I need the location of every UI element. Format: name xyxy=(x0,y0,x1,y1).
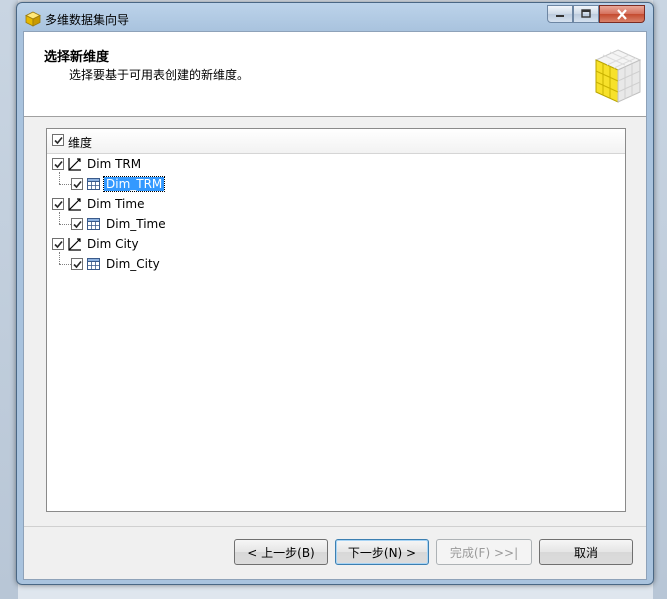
minimize-icon xyxy=(556,15,564,17)
table-icon xyxy=(87,218,100,230)
finish-button[interactable]: 完成(F) >>| xyxy=(436,539,532,565)
list-item[interactable]: Dim City xyxy=(52,234,139,254)
dimension-list: 维度 Dim TRM Dim_TRM Dim Time Dim_Time Dim… xyxy=(46,128,626,512)
dimension-icon xyxy=(68,198,81,211)
dimension-label: Dim TRM xyxy=(87,157,142,171)
check-icon xyxy=(53,160,63,168)
wizard-window: 多维数据集向导 选择新维度 选择要基于可用表创建的新维度。 维度 Dim TRM… xyxy=(16,2,654,585)
dimension-checkbox[interactable] xyxy=(52,238,64,250)
page-title: 选择新维度 xyxy=(44,50,110,65)
page-subtitle: 选择要基于可用表创建的新维度。 xyxy=(69,68,250,82)
check-icon xyxy=(53,240,63,248)
cube-icon xyxy=(25,11,41,27)
check-icon xyxy=(53,136,63,144)
footer-divider xyxy=(24,526,646,527)
dialog-client: 选择新维度 选择要基于可用表创建的新维度。 维度 Dim TRM Dim_TRM… xyxy=(23,31,647,580)
list-item[interactable]: Dim_Time xyxy=(71,214,166,234)
list-header: 维度 xyxy=(47,129,625,154)
list-item[interactable]: Dim_TRM xyxy=(71,174,166,194)
maximize-icon xyxy=(581,9,591,18)
check-icon xyxy=(72,220,82,228)
wizard-header: 选择新维度 选择要基于可用表创建的新维度。 xyxy=(24,32,646,117)
cancel-button[interactable]: 取消 xyxy=(539,539,633,565)
dimension-label: Dim Time xyxy=(87,197,145,211)
window-title: 多维数据集向导 xyxy=(45,13,130,27)
close-button[interactable] xyxy=(599,5,645,23)
maximize-button[interactable] xyxy=(573,5,599,23)
dimension-label: Dim City xyxy=(87,237,139,251)
select-all-checkbox[interactable] xyxy=(52,134,64,146)
table-label: Dim_TRM xyxy=(102,176,166,192)
check-icon xyxy=(72,180,82,188)
minimize-button[interactable] xyxy=(547,5,573,23)
dimension-icon xyxy=(68,158,81,171)
table-checkbox[interactable] xyxy=(71,218,83,230)
check-icon xyxy=(72,260,82,268)
list-item[interactable]: Dim TRM xyxy=(52,154,141,174)
table-checkbox[interactable] xyxy=(71,178,83,190)
table-icon xyxy=(87,258,100,270)
background-app-right xyxy=(653,0,667,599)
next-button[interactable]: 下一步(N) > xyxy=(335,539,429,565)
table-label: Dim_City xyxy=(106,257,160,271)
table-label: Dim_Time xyxy=(106,217,166,231)
table-icon xyxy=(87,178,100,190)
dimension-checkbox[interactable] xyxy=(52,158,64,170)
close-icon xyxy=(617,8,627,20)
dimension-tree: Dim TRM Dim_TRM Dim Time Dim_Time Dim Ci… xyxy=(47,154,625,504)
check-icon xyxy=(53,200,63,208)
dimension-icon xyxy=(68,238,81,251)
title-bar[interactable]: 多维数据集向导 xyxy=(17,3,653,31)
list-item[interactable]: Dim Time xyxy=(52,194,144,214)
column-header-dimension: 维度 xyxy=(68,136,93,150)
table-checkbox[interactable] xyxy=(71,258,83,270)
list-item[interactable]: Dim_City xyxy=(71,254,160,274)
dimension-checkbox[interactable] xyxy=(52,198,64,210)
back-button[interactable]: < 上一步(B) xyxy=(234,539,328,565)
cube-logo-icon xyxy=(594,49,642,103)
